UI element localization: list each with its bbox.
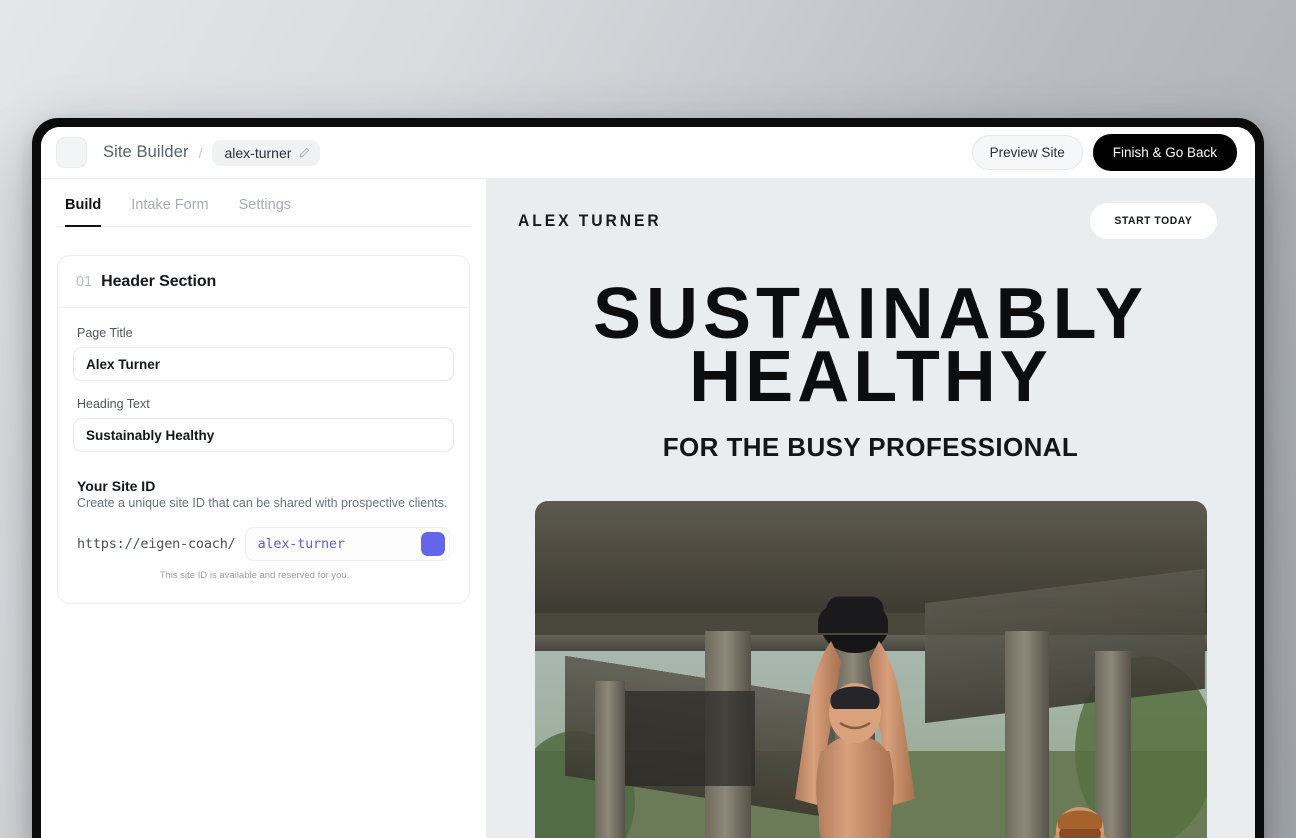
site-id-block: Your Site ID Create a unique site ID tha… — [73, 478, 454, 581]
heading-text-input[interactable]: Sustainably Healthy — [73, 418, 454, 452]
topbar-actions: Preview Site Finish & Go Back — [971, 134, 1237, 171]
preview-site-header: ALEX TURNER START TODAY — [486, 179, 1255, 239]
breadcrumb-separator: / — [198, 144, 203, 161]
breadcrumb-title[interactable]: Site Builder — [103, 143, 189, 162]
site-preview: ALEX TURNER START TODAY SUSTAINABLY HEAL… — [486, 179, 1255, 838]
section-body: Page Title Alex Turner Heading Text Sust… — [58, 308, 469, 603]
site-id-input[interactable]: alex-turner — [244, 527, 450, 561]
section-number: 01 — [76, 274, 93, 290]
start-today-button[interactable]: START TODAY — [1090, 203, 1217, 239]
editor-panel: Build Intake Form Settings 01 Header Sec… — [41, 179, 486, 838]
site-id-description: Create a unique site ID that can be shar… — [77, 496, 448, 510]
workspace: Build Intake Form Settings 01 Header Sec… — [41, 179, 1255, 838]
finish-and-go-back-button[interactable]: Finish & Go Back — [1092, 134, 1237, 171]
page-title-input[interactable]: Alex Turner — [73, 347, 454, 381]
confirm-swatch-icon[interactable] — [421, 532, 445, 556]
tab-bar: Build Intake Form Settings — [57, 179, 470, 227]
top-bar: Site Builder / alex-turner Preview Site … — [41, 127, 1255, 179]
heading-text-field: Heading Text Sustainably Healthy — [73, 397, 454, 452]
section-header[interactable]: 01 Header Section — [58, 256, 469, 308]
heading-text-label: Heading Text — [77, 397, 150, 411]
breadcrumb-site-label: alex-turner — [224, 144, 292, 161]
preview-site-button[interactable]: Preview Site — [971, 135, 1083, 170]
tab-intake-form[interactable]: Intake Form — [131, 179, 208, 227]
pencil-icon[interactable] — [298, 147, 310, 159]
hero-image-illustration — [534, 500, 1207, 838]
site-id-prefix: https://eigen-coach/ — [77, 536, 236, 552]
section-title: Header Section — [101, 273, 217, 290]
app-logo-icon[interactable] — [56, 137, 87, 168]
site-id-title: Your Site ID — [77, 478, 156, 494]
site-id-row: https://eigen-coach/ alex-turner — [77, 527, 450, 561]
tab-settings[interactable]: Settings — [239, 179, 291, 227]
page-title-field: Page Title Alex Turner — [73, 326, 454, 381]
preview-brand-name: ALEX TURNER — [518, 211, 662, 230]
hero-image — [534, 500, 1207, 838]
breadcrumb-site-pill[interactable]: alex-turner — [212, 139, 321, 166]
preview-hero: SUSTAINABLY HEALTHY FOR THE BUSY PROFESS… — [486, 278, 1255, 463]
hero-subtitle: FOR THE BUSY PROFESSIONAL — [662, 431, 1079, 462]
app-window: Site Builder / alex-turner Preview Site … — [41, 127, 1255, 838]
tab-build[interactable]: Build — [65, 179, 102, 227]
hero-headline-line-2: HEALTHY — [689, 337, 1052, 418]
header-section-card: 01 Header Section Page Title Alex Turner… — [57, 255, 470, 604]
page-title-label: Page Title — [77, 326, 133, 340]
device-frame: Site Builder / alex-turner Preview Site … — [32, 118, 1264, 838]
site-id-hint: This site ID is available and reserved f… — [159, 570, 350, 581]
site-id-value: alex-turner — [257, 536, 345, 552]
